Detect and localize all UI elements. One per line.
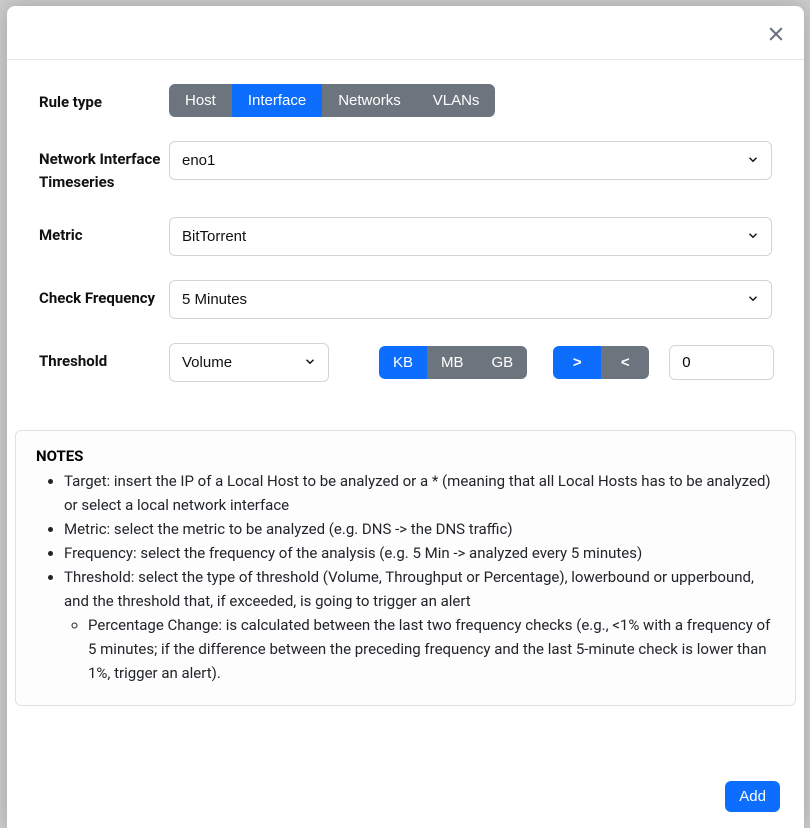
notes-title: NOTES (36, 447, 775, 465)
rule-type-option-interface[interactable]: Interface (232, 84, 322, 117)
row-check-frequency: Check Frequency 5 Minutes (39, 280, 772, 319)
notes-card: NOTES Target: insert the IP of a Local H… (15, 430, 796, 706)
metric-select-wrap: BitTorrent (169, 217, 772, 256)
notes-list: Target: insert the IP of a Local Host to… (36, 469, 775, 685)
metric-select[interactable]: BitTorrent (169, 217, 772, 256)
threshold-comparator-group: > < (553, 346, 649, 379)
close-icon (766, 32, 786, 47)
threshold-type-wrap: Volume (169, 343, 329, 382)
threshold-unit-kb[interactable]: KB (379, 346, 427, 379)
check-frequency-select-wrap: 5 Minutes (169, 280, 772, 319)
threshold-comparator-lt[interactable]: < (601, 346, 649, 379)
modal-body: Rule type Host Interface Networks VLANs … (7, 60, 804, 765)
modal-dialog: Rule type Host Interface Networks VLANs … (7, 6, 804, 828)
rule-type-option-host[interactable]: Host (169, 84, 232, 117)
rule-type-option-networks[interactable]: Networks (322, 84, 417, 117)
row-network-interface: Network Interface Timeseries eno1 (39, 141, 772, 193)
close-button[interactable] (764, 22, 788, 49)
row-threshold: Threshold Volume KB MB GB > < (39, 343, 772, 382)
label-check-frequency: Check Frequency (39, 280, 169, 310)
label-metric: Metric (39, 217, 169, 247)
network-interface-select[interactable]: eno1 (169, 141, 772, 180)
notes-item-text: Threshold: select the type of threshold … (64, 568, 754, 610)
threshold-value-input[interactable] (669, 345, 774, 380)
threshold-unit-group: KB MB GB (379, 346, 527, 379)
modal-header (7, 6, 804, 60)
row-rule-type: Rule type Host Interface Networks VLANs (39, 84, 772, 117)
add-button[interactable]: Add (725, 781, 780, 812)
label-network-interface: Network Interface Timeseries (39, 141, 169, 193)
label-threshold: Threshold (39, 343, 169, 373)
label-rule-type: Rule type (39, 84, 169, 114)
rule-type-control: Host Interface Networks VLANs (169, 84, 772, 117)
threshold-unit-mb[interactable]: MB (427, 346, 478, 379)
notes-item: Frequency: select the frequency of the a… (64, 541, 775, 565)
threshold-controls: Volume KB MB GB > < (169, 343, 774, 382)
notes-item: Target: insert the IP of a Local Host to… (64, 469, 775, 517)
notes-subitem: Percentage Change: is calculated between… (88, 613, 775, 685)
rule-type-option-vlans[interactable]: VLANs (417, 84, 496, 117)
notes-sublist: Percentage Change: is calculated between… (64, 613, 775, 685)
threshold-unit-gb[interactable]: GB (478, 346, 528, 379)
network-interface-select-wrap: eno1 (169, 141, 772, 180)
row-metric: Metric BitTorrent (39, 217, 772, 256)
modal-footer: Add (7, 765, 804, 828)
threshold-comparator-gt[interactable]: > (553, 346, 601, 379)
threshold-type-select[interactable]: Volume (169, 343, 329, 382)
notes-item: Threshold: select the type of threshold … (64, 565, 775, 685)
rule-type-group: Host Interface Networks VLANs (169, 84, 495, 117)
check-frequency-select[interactable]: 5 Minutes (169, 280, 772, 319)
notes-item: Metric: select the metric to be analyzed… (64, 517, 775, 541)
